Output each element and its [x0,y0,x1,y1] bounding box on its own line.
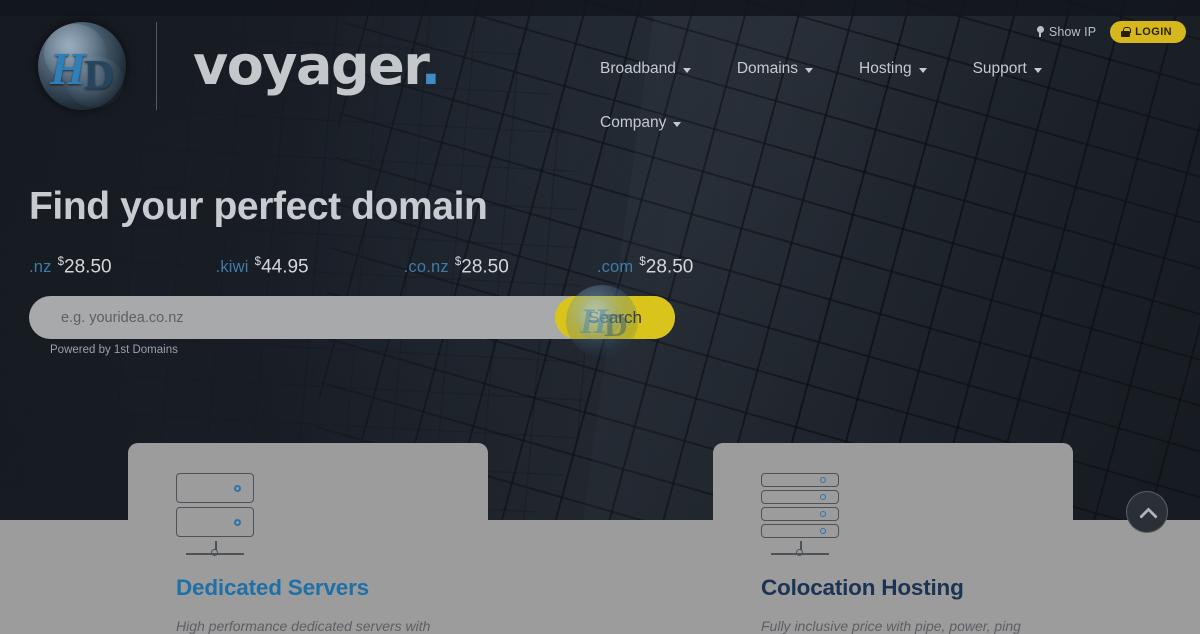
show-ip-label: Show IP [1048,25,1097,39]
nav-label-domains: Domains [736,60,799,77]
chevron-down-icon [673,121,682,127]
page-title: Find your perfect domain [29,185,488,228]
rack-unit [176,507,254,537]
card-title: Colocation Hosting [761,575,964,600]
card-dedicated-servers[interactable]: Dedicated Servers High performance dedic… [128,443,488,634]
login-button[interactable]: LOGIN [1110,21,1186,43]
tld-name: .com [596,258,634,277]
rack-led-icon [820,528,826,534]
hd-orb-logo-icon: H D [32,16,132,116]
rack-unit [176,473,254,503]
search-button-label: Search [588,307,642,327]
rack-led-icon [234,484,241,492]
card-title: Dedicated Servers [176,575,369,600]
lock-icon [1121,26,1131,38]
tld-item-conz: .co.nz $28.50 [404,256,509,278]
voyager-wordmark: voyager. [193,39,441,93]
domain-search-button[interactable]: Search [555,296,675,339]
card-description: Fully inclusive price with pipe, power, … [761,618,1021,634]
show-ip-link[interactable]: Show IP [1036,25,1096,39]
wordmark-dot: . [420,34,442,97]
chevron-down-icon [918,67,927,73]
tld-amount: 28.50 [461,256,509,278]
rack-knob-icon [796,549,803,556]
chevron-down-icon [1033,67,1042,73]
rack-stand [176,541,254,559]
tld-price: $28.50 [455,256,509,278]
tld-name: .co.nz [403,258,449,277]
rack-knob-icon [211,549,218,556]
brand-divider [156,22,157,110]
scroll-to-top-button[interactable] [1126,491,1168,533]
chevron-down-icon [805,67,814,73]
map-pin-icon [1036,26,1045,38]
tld-price: $44.95 [255,256,309,278]
login-button-label: LOGIN [1135,26,1172,38]
rack-led-icon [820,511,826,517]
chevron-up-icon [1141,506,1154,519]
nav-label-company: Company [600,114,667,131]
tld-name: .nz [29,258,52,277]
tld-item-com: .com $28.50 [597,256,694,278]
tld-amount: 44.95 [261,256,309,278]
domain-search-row: Search [29,296,675,339]
tld-amount: 28.50 [645,256,694,278]
nav-item-support[interactable]: Support [973,54,1042,84]
tld-price-list: .nz $28.50 .kiwi $44.95 .co.nz $28.50 .c… [29,256,693,278]
tld-item-nz: .nz $28.50 [29,256,112,278]
rack-unit [761,490,839,504]
nav-label-hosting: Hosting [859,60,912,77]
hero-top-band [0,0,1200,16]
nav-label-support: Support [972,60,1027,77]
brand-header[interactable]: H D voyager. [32,16,441,116]
rack-stand [761,541,839,559]
rack-led-icon [820,494,826,500]
tld-amount: 28.50 [64,256,112,278]
rack-unit [761,473,839,487]
powered-by-label: Powered by 1st Domains [50,344,178,356]
tld-price: $28.50 [58,256,112,278]
main-navigation: Broadband Domains Hosting Support Compan… [600,54,1110,162]
rack-unit [761,507,839,521]
top-utility-bar: Show IP LOGIN [1036,21,1186,43]
logo-letter-d: D [84,53,114,99]
nav-item-hosting[interactable]: Hosting [859,54,927,84]
tld-price: $28.50 [639,256,693,278]
card-description: High performance dedicated servers with … [176,618,431,634]
tld-name: .kiwi [215,258,249,277]
rack-led-icon [820,477,826,483]
nav-item-company[interactable]: Company [600,108,682,138]
rack-unit [761,524,839,538]
server-rack-icon [176,473,440,559]
tld-item-kiwi: .kiwi $44.95 [216,256,309,278]
nav-item-broadband[interactable]: Broadband [600,54,691,84]
nav-item-domains[interactable]: Domains [736,54,814,84]
colocation-rack-icon [761,473,1025,559]
rack-led-icon [234,518,241,526]
logo-letter-h: H [50,43,86,94]
nav-label-broadband: Broadband [600,60,676,77]
wordmark-text: voyager [193,34,422,97]
chevron-down-icon [682,67,691,73]
card-colocation-hosting[interactable]: Colocation Hosting Fully inclusive price… [713,443,1073,634]
